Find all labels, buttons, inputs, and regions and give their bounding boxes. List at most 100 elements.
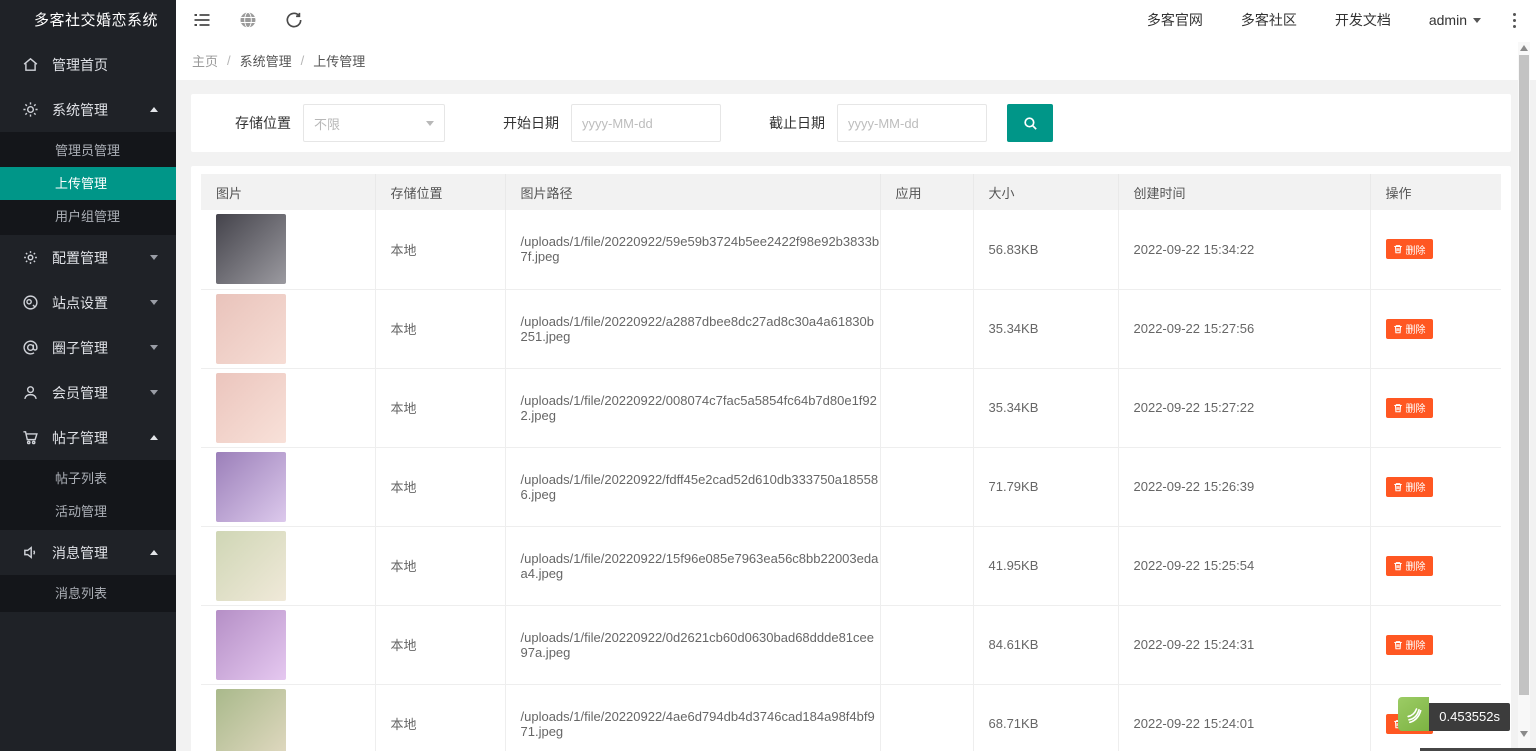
col-header-path: 图片路径 [505,174,880,210]
breadcrumb-current: 上传管理 [313,51,365,70]
link-dev-docs[interactable]: 开发文档 [1335,10,1391,30]
sidebar-subitem-post-list[interactable]: 帖子列表 [0,462,176,495]
sound-icon [22,544,39,561]
table-row: 本地 /uploads/1/file/20220922/59e59b3724b5… [201,210,1501,289]
size-cell: 56.83KB [973,210,1118,289]
sidebar-item-label: 帖子管理 [52,428,150,448]
sidebar-item-site-settings[interactable]: 站点设置 [0,280,176,325]
topbar: 多客官网 多客社区 开发文档 admin [176,0,1536,40]
size-cell: 41.95KB [973,526,1118,605]
link-official-site[interactable]: 多客官网 [1147,10,1203,30]
trash-icon [1393,482,1403,492]
chevron-up-icon [150,107,158,112]
breadcrumb-home[interactable]: 主页 [192,51,218,70]
image-thumbnail[interactable] [216,214,286,284]
username: admin [1429,12,1467,28]
image-thumbnail[interactable] [216,294,286,364]
image-thumbnail[interactable] [216,452,286,522]
path-cell: /uploads/1/file/20220922/fdff45e2cad52d6… [505,447,880,526]
breadcrumb-system[interactable]: 系统管理 [240,51,292,70]
delete-button[interactable]: 删除 [1386,635,1433,655]
trash-icon [1393,324,1403,334]
sidebar: 多客社交婚恋系统 管理首页 系统管理 管理员管理 上传管理 用户组管理 配置管理 [0,0,176,751]
breadcrumb-separator: / [227,53,231,68]
sidebar-item-label: 系统管理 [52,100,150,120]
storage-cell: 本地 [375,210,505,289]
image-thumbnail[interactable] [216,610,286,680]
storage-cell: 本地 [375,368,505,447]
link-community[interactable]: 多客社区 [1241,10,1297,30]
table-row: 本地 /uploads/1/file/20220922/008074c7fac5… [201,368,1501,447]
app-cell [880,526,973,605]
delete-button[interactable]: 删除 [1386,398,1433,418]
storage-cell: 本地 [375,289,505,368]
created-cell: 2022-09-22 15:25:54 [1118,526,1370,605]
topbar-right: 多客官网 多客社区 开发文档 admin [1147,10,1520,30]
path-cell: /uploads/1/file/20220922/15f96e085e7963e… [505,526,880,605]
sidebar-subitem-usergroup-manage[interactable]: 用户组管理 [0,200,176,233]
debug-time-badge[interactable]: 0.453552s [1398,697,1510,731]
filter-bar: 存储位置 不限 开始日期 截止日期 [191,94,1511,152]
trash-icon [1393,403,1403,413]
scrollbar-thumb[interactable] [1519,55,1529,695]
scroll-down-arrow-icon[interactable] [1520,731,1528,737]
image-thumbnail[interactable] [216,689,286,751]
app-cell [880,447,973,526]
sidebar-item-message[interactable]: 消息管理 [0,530,176,575]
table-row: 本地 /uploads/1/file/20220922/fdff45e2cad5… [201,447,1501,526]
sidebar-item-config[interactable]: 配置管理 [0,235,176,280]
col-header-app: 应用 [880,174,973,210]
sidebar-item-label: 消息管理 [52,543,150,563]
sidebar-subitem-admin-manage[interactable]: 管理员管理 [0,134,176,167]
breadcrumb: 主页 / 系统管理 / 上传管理 [176,40,1536,80]
sidebar-item-dashboard[interactable]: 管理首页 [0,42,176,87]
collapse-menu-icon[interactable] [192,10,212,30]
delete-button[interactable]: 删除 [1386,239,1433,259]
sidebar-item-posts[interactable]: 帖子管理 [0,415,176,460]
storage-select-value: 不限 [314,114,340,133]
user-icon [22,384,39,401]
delete-button[interactable]: 删除 [1386,477,1433,497]
user-dropdown[interactable]: admin [1429,12,1481,28]
chevron-down-icon [150,345,158,350]
delete-button[interactable]: 删除 [1386,319,1433,339]
scroll-up-arrow-icon[interactable] [1520,45,1528,51]
table-row: 本地 /uploads/1/file/20220922/4ae6d794db4d… [201,684,1501,751]
page: 多客社交婚恋系统 管理首页 系统管理 管理员管理 上传管理 用户组管理 配置管理 [0,0,1536,751]
sidebar-subitem-upload-manage[interactable]: 上传管理 [0,167,176,200]
posts-submenu: 帖子列表 活动管理 [0,460,176,530]
gear-icon [22,101,39,118]
start-date-label: 开始日期 [503,113,559,133]
storage-select[interactable]: 不限 [303,104,445,142]
delete-button[interactable]: 删除 [1386,556,1433,576]
app-cell [880,368,973,447]
chevron-down-icon [150,300,158,305]
sidebar-subitem-message-list[interactable]: 消息列表 [0,577,176,610]
chevron-down-icon [1473,18,1481,23]
sidebar-item-member[interactable]: 会员管理 [0,370,176,415]
sidebar-subitem-activity-manage[interactable]: 活动管理 [0,495,176,528]
sidebar-item-label: 会员管理 [52,383,150,403]
start-date-input[interactable] [571,104,721,142]
image-thumbnail[interactable] [216,373,286,443]
size-cell: 68.71KB [973,684,1118,751]
more-options-icon[interactable] [1509,11,1520,30]
message-submenu: 消息列表 [0,575,176,612]
sidebar-item-label: 管理首页 [52,55,158,75]
created-cell: 2022-09-22 15:24:31 [1118,605,1370,684]
col-header-storage: 存储位置 [375,174,505,210]
uploads-table-card: 图片 存储位置 图片路径 应用 大小 创建时间 操作 本地 [191,166,1511,751]
search-button[interactable] [1007,104,1053,142]
path-cell: /uploads/1/file/20220922/59e59b3724b5ee2… [505,210,880,289]
sidebar-item-circle[interactable]: 圈子管理 [0,325,176,370]
globe-icon[interactable] [238,10,258,30]
path-cell: /uploads/1/file/20220922/4ae6d794db4d374… [505,684,880,751]
path-cell: /uploads/1/file/20220922/008074c7fac5a58… [505,368,880,447]
refresh-icon[interactable] [284,10,304,30]
config-gear-icon [22,249,39,266]
sidebar-item-system[interactable]: 系统管理 [0,87,176,132]
image-thumbnail[interactable] [216,531,286,601]
storage-label: 存储位置 [235,113,291,133]
created-cell: 2022-09-22 15:34:22 [1118,210,1370,289]
end-date-input[interactable] [837,104,987,142]
